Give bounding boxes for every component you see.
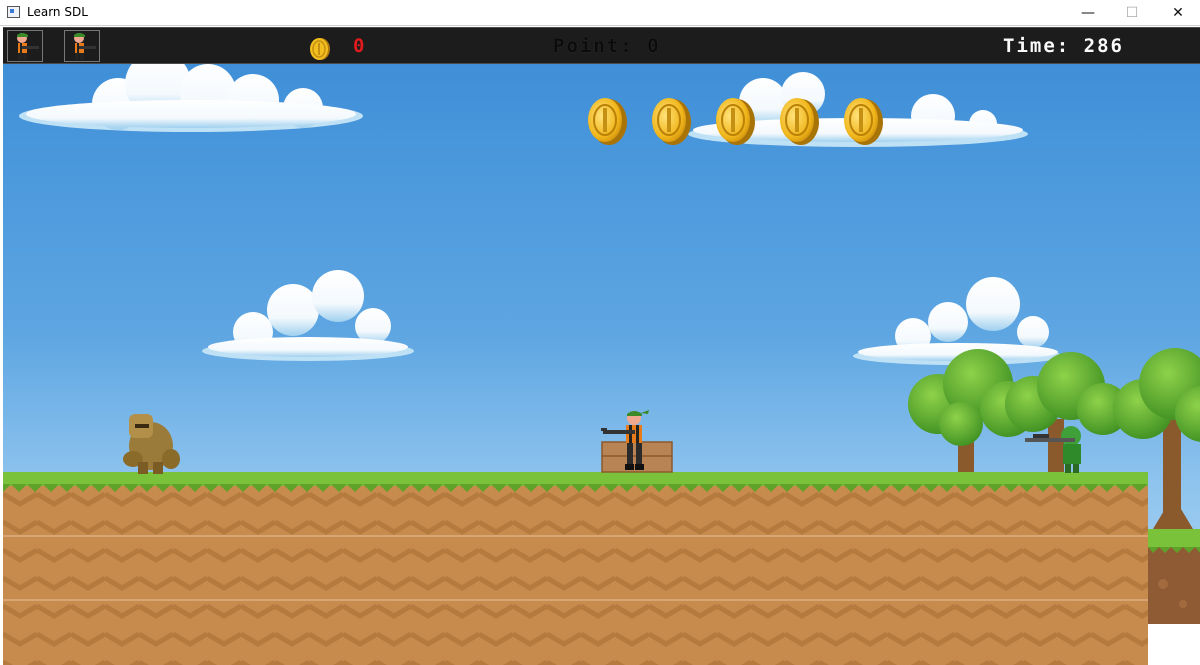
time-label: Time: <box>1003 35 1071 57</box>
game-scene-canvas <box>3 64 1200 665</box>
life-icon <box>64 30 100 62</box>
cloud <box>853 277 1063 365</box>
soldier-life-icon <box>74 33 96 60</box>
game-hud: 0 Point: 0 Time: 286 <box>3 27 1200 64</box>
game-viewport <box>3 64 1200 665</box>
time-display: Time: 286 <box>1003 35 1124 57</box>
coin-icon <box>588 98 627 145</box>
cloud <box>202 270 414 361</box>
maximize-button[interactable]: ☐ <box>1110 0 1154 26</box>
points-label: Point: <box>553 35 634 57</box>
cloud <box>19 64 363 132</box>
minimize-button[interactable]: — <box>1066 0 1110 26</box>
window-title: Learn SDL <box>27 5 88 19</box>
points-display: Point: 0 <box>553 35 661 57</box>
life-icon <box>7 30 43 62</box>
coin-count: 0 <box>353 35 365 57</box>
rock-golem-enemy <box>123 414 180 474</box>
points-value: 0 <box>647 35 661 57</box>
app-window-icon <box>7 6 20 18</box>
coin-icon <box>310 38 330 60</box>
ground-ledge <box>1148 529 1200 665</box>
ground-platform <box>3 472 1148 665</box>
coin-counter-icon <box>309 37 331 65</box>
time-value: 286 <box>1083 35 1124 57</box>
close-button[interactable]: ✕ <box>1156 0 1200 26</box>
window-titlebar: Learn SDL — ☐ ✕ <box>0 0 1200 26</box>
soldier-life-icon <box>17 33 39 60</box>
coin-icon <box>652 98 691 145</box>
